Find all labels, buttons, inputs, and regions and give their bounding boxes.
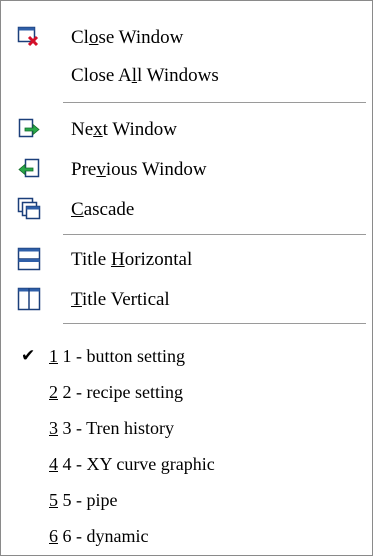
window-list-item[interactable]: ✔ 1 1 - button setting [1,336,372,376]
window-list-item[interactable]: 2 2 - recipe setting [1,372,372,412]
menu-item-close-all-windows[interactable]: Close All Windows [1,55,372,95]
previous-window-icon [17,157,41,181]
window-list-label: 6 6 - dynamic [49,526,149,546]
menu-item-tile-horizontal[interactable]: Title Horizontal [1,239,372,279]
menu-item-label: Next Window [71,118,178,140]
menu-item-label: Title Vertical [71,288,170,310]
menu-item-tile-vertical[interactable]: Title Vertical [1,279,372,319]
checkmark-icon: ✔ [21,346,36,366]
window-menu: Close Window Close All Windows Next Wind… [0,0,373,556]
window-list-item[interactable]: 4 4 - XY curve graphic [1,444,372,484]
window-list-item[interactable]: 3 3 - Tren history [1,408,372,448]
window-list-item[interactable]: 5 5 - pipe [1,480,372,520]
window-list-label: 1 1 - button setting [49,346,185,366]
close-window-icon [17,25,41,49]
next-window-icon [17,117,41,141]
menu-item-cascade[interactable]: Cascade [1,189,372,229]
menu-separator [63,234,366,236]
window-list-label: 4 4 - XY curve graphic [49,454,215,474]
cascade-icon [17,197,41,221]
menu-item-label: Cascade [71,198,135,220]
window-list-label: 3 3 - Tren history [49,418,175,438]
menu-item-label: Close Window [71,26,184,48]
menu-item-next-window[interactable]: Next Window [1,109,372,149]
menu-item-label: Close All Windows [71,64,219,86]
menu-item-label: Previous Window [71,158,207,180]
tile-vertical-icon [17,287,41,311]
window-list-label: 2 2 - recipe setting [49,382,183,402]
window-list-label: 5 5 - pipe [49,490,118,510]
menu-separator [63,102,366,104]
menu-item-label: Title Horizontal [71,248,193,270]
window-list-item[interactable]: 6 6 - dynamic [1,516,372,556]
menu-item-close-window[interactable]: Close Window [1,17,372,57]
menu-separator [63,323,366,325]
tile-horizontal-icon [17,247,41,271]
menu-item-previous-window[interactable]: Previous Window [1,149,372,189]
